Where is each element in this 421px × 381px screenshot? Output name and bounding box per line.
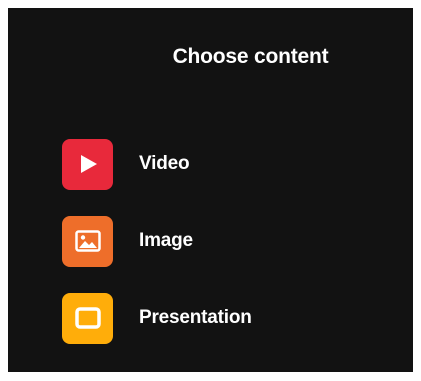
option-video[interactable]: Video bbox=[62, 138, 252, 190]
option-label-image: Image bbox=[139, 230, 193, 251]
option-label-video: Video bbox=[139, 153, 190, 174]
presentation-icon bbox=[74, 307, 101, 329]
panel-title: Choose content bbox=[172, 45, 329, 68]
option-presentation[interactable]: Presentation bbox=[62, 292, 252, 344]
image-icon bbox=[74, 230, 101, 252]
option-image[interactable]: Image bbox=[62, 215, 252, 267]
option-label-presentation: Presentation bbox=[139, 307, 252, 328]
choose-content-panel: Choose content Video Image Presentation bbox=[8, 8, 413, 372]
video-tile bbox=[62, 138, 113, 190]
image-tile bbox=[62, 215, 113, 267]
play-icon bbox=[80, 155, 97, 173]
presentation-tile bbox=[62, 292, 113, 344]
content-options-list: Video Image Presentation bbox=[62, 138, 252, 344]
